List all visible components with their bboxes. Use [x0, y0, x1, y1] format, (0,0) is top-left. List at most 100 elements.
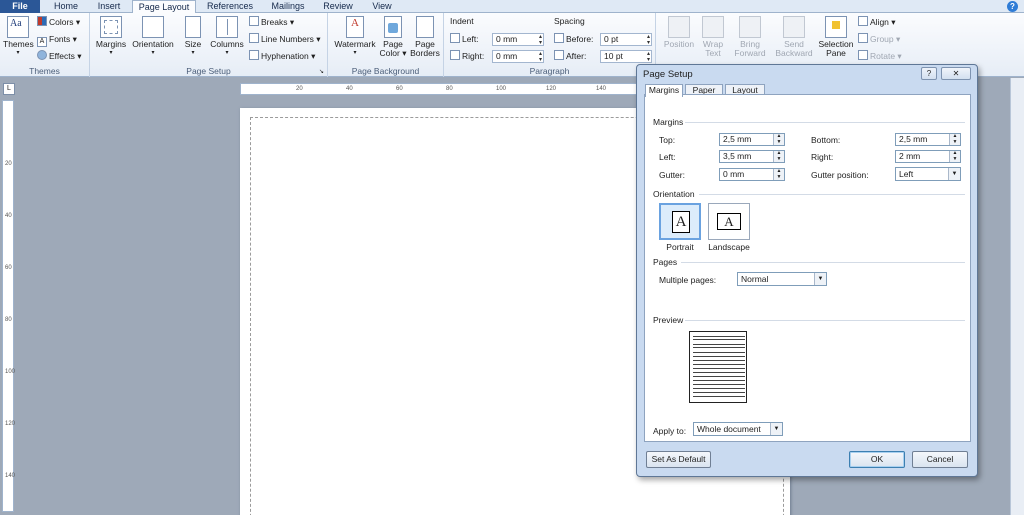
page-background-group-label: Page Background	[351, 66, 420, 76]
orientation-divider	[699, 194, 965, 195]
selection-pane-button[interactable]: Selection Pane	[816, 16, 856, 58]
ruler-tab-selector[interactable]: L	[3, 83, 15, 95]
fonts-icon: A	[37, 37, 47, 47]
right-margin-input[interactable]: 2 mm ▲ ▼	[895, 150, 961, 163]
effects-button[interactable]: Effects ▾	[37, 49, 81, 63]
indent-left-icon	[450, 33, 460, 43]
indent-right-input[interactable]: 0 mm ▴ ▾	[492, 50, 544, 63]
page-background-group: A Watermark ▾ Page Color ▾ Page Borders P…	[328, 13, 444, 77]
margins-button[interactable]: Margins ▾	[94, 16, 128, 58]
vertical-ruler[interactable]: 20 40 60 80 100 120 140	[2, 100, 15, 512]
margins-divider	[685, 122, 965, 123]
right-label: Right:	[811, 152, 834, 162]
spacing-before-input[interactable]: 0 pt ▴ ▾	[600, 33, 652, 46]
page-setup-group: Margins ▾ Orientation ▾ Size ▾ Columns ▾ Bre…	[90, 13, 328, 77]
landscape-option[interactable]: A	[708, 203, 750, 240]
themes-icon: Aa	[7, 16, 29, 38]
page-borders-button[interactable]: Page Borders	[408, 16, 442, 58]
dialog-title: Page Setup	[643, 69, 693, 80]
preview-divider	[685, 320, 965, 321]
set-as-default-button[interactable]: Set As Default	[646, 451, 711, 468]
tab-page-layout[interactable]: Page Layout	[132, 0, 196, 14]
tab-mailings[interactable]: Mailings	[264, 0, 312, 13]
send-backward-icon	[783, 16, 805, 38]
margins-section-heading: Margins	[653, 117, 684, 127]
gutter-input[interactable]: 0 mm ▲ ▼	[719, 168, 785, 181]
right-spin-icon[interactable]: ▲ ▼	[949, 150, 960, 162]
page-setup-launcher-icon[interactable]: ↘	[319, 68, 324, 75]
top-spin-icon[interactable]: ▲ ▼	[773, 133, 784, 145]
dialog-close-button[interactable]: ✕	[941, 67, 971, 80]
portrait-label: Portrait	[666, 242, 694, 252]
fonts-button[interactable]: A Fonts ▾	[37, 32, 77, 47]
group-button[interactable]: Group ▾	[858, 32, 900, 46]
bring-forward-button[interactable]: Bring Forward	[730, 16, 770, 58]
selection-pane-icon	[825, 16, 847, 38]
cancel-button[interactable]: Cancel	[912, 451, 968, 468]
page-preview	[689, 331, 747, 403]
tab-references[interactable]: References	[200, 0, 260, 13]
indent-left-input[interactable]: 0 mm ▴ ▾	[492, 33, 544, 46]
watermark-icon: A	[346, 16, 364, 38]
indent-left-label: Left:	[450, 32, 479, 46]
margins-icon	[100, 16, 122, 38]
colors-icon	[37, 16, 47, 26]
align-button[interactable]: Align ▾	[858, 15, 896, 29]
size-button[interactable]: Size ▾	[180, 16, 206, 58]
gutter-spin-icon[interactable]: ▲ ▼	[773, 168, 784, 180]
orientation-button[interactable]: Orientation ▾	[130, 16, 176, 58]
breaks-button[interactable]: Breaks ▾	[249, 15, 294, 29]
gutter-position-select[interactable]: Left ▼	[895, 167, 961, 181]
paragraph-group-label: Paragraph	[529, 66, 570, 76]
colors-button[interactable]: Colors ▾	[37, 15, 80, 29]
wrap-text-button[interactable]: Wrap Text	[698, 16, 728, 58]
themes-group-label: Themes	[29, 66, 60, 76]
ribbon-help-icon[interactable]: ?	[1007, 1, 1018, 12]
hyphenation-button[interactable]: Hyphenation ▾	[249, 49, 315, 63]
page-setup-dialog: Page Setup ? ✕ Margins Paper Layout Marg…	[636, 64, 978, 477]
left-label: Left:	[659, 152, 676, 162]
chevron-down-icon: ▼	[948, 168, 960, 180]
columns-button[interactable]: Columns ▾	[208, 16, 246, 58]
left-margin-input[interactable]: 3,5 mm ▲ ▼	[719, 150, 785, 163]
spacing-after-input[interactable]: 10 pt ▴ ▾	[600, 50, 652, 63]
orientation-section-heading: Orientation	[653, 189, 695, 199]
top-label: Top:	[659, 135, 676, 145]
ok-button[interactable]: OK	[849, 451, 905, 468]
chevron-down-icon: ▼	[814, 273, 826, 285]
orientation-icon	[142, 16, 164, 38]
vertical-scrollbar[interactable]	[1010, 78, 1024, 515]
themes-button[interactable]: Aa Themes ▾	[3, 16, 34, 58]
watermark-button[interactable]: A Watermark ▾	[332, 16, 378, 58]
multiple-pages-select[interactable]: Normal ▼	[737, 272, 827, 286]
bottom-spin-icon[interactable]: ▲ ▼	[949, 133, 960, 145]
tab-insert[interactable]: Insert	[90, 0, 128, 13]
send-backward-button[interactable]: Send Backward	[772, 16, 816, 58]
tab-review[interactable]: Review	[316, 0, 360, 13]
effects-icon	[37, 50, 47, 60]
tab-file[interactable]: File	[0, 0, 40, 13]
multiple-pages-label: Multiple pages:	[659, 275, 717, 285]
tab-home[interactable]: Home	[44, 0, 88, 13]
landscape-label: Landscape	[708, 242, 750, 252]
apply-to-select[interactable]: Whole document ▼	[693, 422, 783, 436]
portrait-icon: A	[672, 211, 690, 233]
tab-margins[interactable]: Margins	[645, 84, 683, 97]
bring-forward-icon	[739, 16, 761, 38]
top-margin-input[interactable]: 2,5 mm ▲ ▼	[719, 133, 785, 146]
bottom-margin-input[interactable]: 2,5 mm ▲ ▼	[895, 133, 961, 146]
position-button[interactable]: Position	[660, 16, 698, 49]
dialog-help-button[interactable]: ?	[921, 67, 937, 80]
rotate-icon	[858, 50, 868, 60]
rotate-button[interactable]: Rotate ▾	[858, 49, 902, 63]
tab-view[interactable]: View	[362, 0, 402, 13]
page-color-button[interactable]: Page Color ▾	[378, 16, 408, 58]
breaks-icon	[249, 16, 259, 26]
position-icon	[668, 16, 690, 38]
pages-section-heading: Pages	[653, 257, 678, 267]
themes-group: Aa Themes ▾ Colors ▾ A Fonts ▾ Effects ▾ …	[0, 13, 90, 77]
line-numbers-button[interactable]: Line Numbers ▾	[249, 32, 321, 46]
portrait-option[interactable]: A	[659, 203, 701, 240]
group-icon	[858, 33, 868, 43]
left-spin-icon[interactable]: ▲ ▼	[773, 150, 784, 162]
